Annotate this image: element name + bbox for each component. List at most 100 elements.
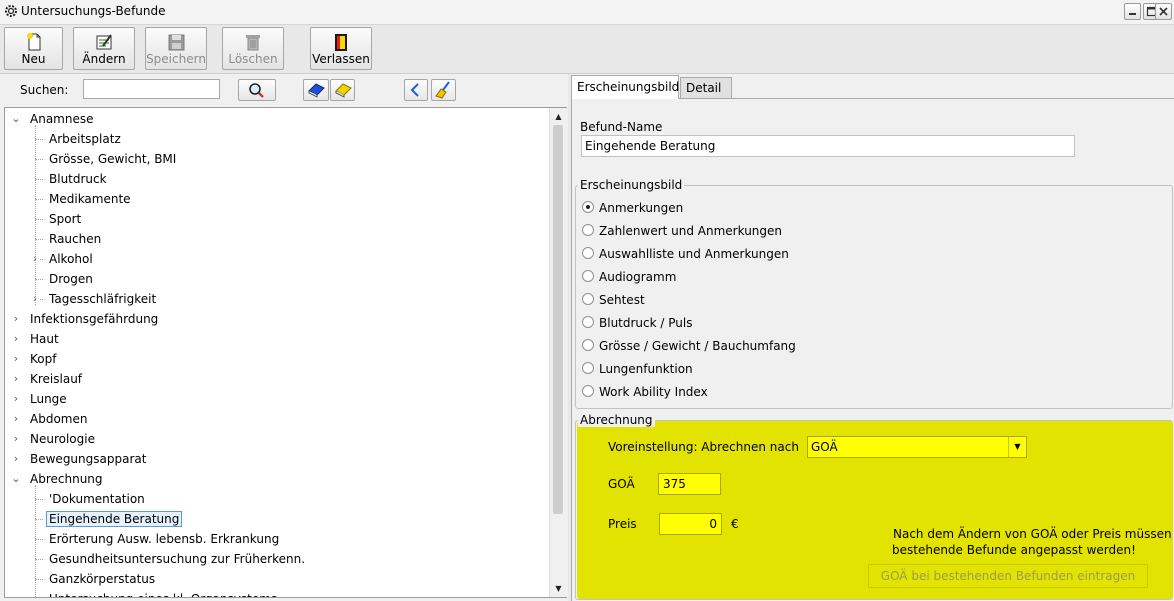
tab-erscheinungsbild[interactable]: Erscheinungsbild <box>571 75 679 99</box>
scroll-down-arrow-icon[interactable]: ▼ <box>550 580 567 597</box>
tree-item[interactable]: Medikamente <box>46 189 134 209</box>
new-document-icon <box>26 33 40 51</box>
tree-item-label: Drogen <box>49 272 93 286</box>
chevron-right-icon[interactable]: › <box>11 329 21 349</box>
chevron-right-icon[interactable]: › <box>11 309 21 329</box>
tree-item[interactable]: Tagesschläfrigkeit <box>46 289 159 309</box>
chevron-down-icon[interactable]: ⌄ <box>11 109 21 129</box>
yellow-book-button[interactable] <box>330 79 355 101</box>
tree-item[interactable]: Infektionsgefährdung <box>27 309 161 329</box>
tree-item-label: 'Dokumentation <box>49 492 145 506</box>
radio-button[interactable] <box>582 201 594 213</box>
chevron-right-icon[interactable]: › <box>11 349 21 369</box>
back-button[interactable] <box>404 79 428 101</box>
trash-icon <box>246 35 260 51</box>
clear-button[interactable] <box>431 79 456 101</box>
tree-item-label: Infektionsgefährdung <box>30 312 159 326</box>
edit-button[interactable]: Ändern <box>73 27 135 70</box>
blue-book-button[interactable] <box>303 79 329 101</box>
title-bar: Untersuchungs-Befunde <box>0 0 1174 25</box>
tree-connector <box>35 179 43 180</box>
tree-item[interactable]: Drogen <box>46 269 96 289</box>
tree-item[interactable]: Ganzkörperstatus <box>46 569 158 589</box>
save-button[interactable]: Speichern <box>145 27 207 70</box>
new-button-label: Neu <box>21 52 46 66</box>
tree-item[interactable]: Neurologie <box>27 429 98 449</box>
tree-item[interactable]: Gesundheitsuntersuchung zur Früherkenn. <box>46 549 308 569</box>
tree-item[interactable]: Bewegungsapparat <box>27 449 149 469</box>
tree-connector <box>35 199 43 200</box>
goae-input[interactable]: 375 <box>658 473 721 495</box>
billing-mode-select[interactable]: GOÄ ▼ <box>807 436 1027 458</box>
radio-option-label: Zahlenwert und Anmerkungen <box>599 224 783 238</box>
tree-item[interactable]: Lunge <box>27 389 70 409</box>
chevron-right-icon[interactable]: › <box>11 449 21 469</box>
tree-item[interactable]: Alkohol <box>46 249 96 269</box>
tree-item[interactable]: Blutdruck <box>46 169 110 189</box>
chevron-right-icon[interactable]: › <box>11 389 21 409</box>
search-input[interactable] <box>83 79 220 99</box>
minimize-button[interactable] <box>1124 3 1141 20</box>
tree-item[interactable]: Kreislauf <box>27 369 85 389</box>
tree-item[interactable]: Grösse, Gewicht, BMI <box>46 149 179 169</box>
search-button[interactable] <box>238 79 276 101</box>
exit-button[interactable]: Verlassen <box>310 27 372 70</box>
befund-name-input[interactable]: Eingehende Beratung <box>581 135 1075 157</box>
currency-label: € <box>731 517 739 531</box>
apply-goae-button[interactable]: GOÄ bei bestehenden Befunden eintragen <box>868 564 1148 588</box>
tree-item[interactable]: Haut <box>27 329 62 349</box>
voreinstellung-label: Voreinstellung: Abrechnen nach <box>608 440 799 454</box>
new-button[interactable]: Neu <box>4 27 63 70</box>
tree-item[interactable]: Abdomen <box>27 409 90 429</box>
tree-connector <box>35 159 43 160</box>
scroll-up-arrow-icon[interactable]: ▲ <box>550 108 567 125</box>
window-title: Untersuchungs-Befunde <box>21 4 166 18</box>
tree-item[interactable]: Eingehende Beratung <box>46 509 183 529</box>
radio-option-label: Blutdruck / Puls <box>599 316 693 330</box>
tree-item[interactable]: 'Dokumentation <box>46 489 148 509</box>
radio-button[interactable] <box>582 339 594 351</box>
tree-item-label: Sport <box>49 212 82 226</box>
tree-item[interactable]: Arbeitsplatz <box>46 129 124 149</box>
scrollbar-thumb[interactable] <box>553 125 563 514</box>
tree-item[interactable]: Kopf <box>27 349 59 369</box>
tree-item[interactable]: Abrechnung <box>27 469 106 489</box>
tree-item[interactable]: Anamnese <box>27 109 96 129</box>
tree-scrollbar[interactable]: ▲ ▼ <box>549 108 567 597</box>
tree-item-label: Anamnese <box>30 112 94 126</box>
close-button[interactable] <box>1155 3 1172 20</box>
tree-item[interactable]: Erörterung Ausw. lebensb. Erkrankung <box>46 529 282 549</box>
chevron-down-icon[interactable]: ⌄ <box>11 469 21 489</box>
radio-button[interactable] <box>582 362 594 374</box>
chevron-right-icon[interactable]: › <box>11 429 21 449</box>
tree-connector <box>35 499 43 500</box>
tree-connector <box>35 219 43 220</box>
tree-item[interactable]: Untersuchung eines kl. Organsystems <box>46 589 280 597</box>
preis-input[interactable]: 0 <box>659 513 722 535</box>
tree-item-label: Abrechnung <box>30 472 103 486</box>
chevron-right-icon[interactable]: › <box>11 369 21 389</box>
close-icon <box>1159 7 1168 16</box>
tree-item[interactable]: Sport <box>46 209 84 229</box>
gear-icon <box>5 5 17 17</box>
exit-door-icon <box>335 34 347 51</box>
chevron-right-icon[interactable]: › <box>11 409 21 429</box>
preis-label: Preis <box>608 517 637 531</box>
radio-button[interactable] <box>582 270 594 282</box>
save-button-label: Speichern <box>146 52 206 66</box>
radio-button[interactable] <box>582 224 594 236</box>
minimize-icon <box>1129 13 1136 15</box>
tab-detail[interactable]: Detail <box>680 77 732 98</box>
radio-button[interactable] <box>582 293 594 305</box>
radio-button[interactable] <box>582 385 594 397</box>
tree-item-label: Kopf <box>30 352 57 366</box>
delete-button[interactable]: Löschen <box>222 27 284 70</box>
radio-option-label: Work Ability Index <box>599 385 708 399</box>
chevron-down-icon[interactable]: ▼ <box>1008 437 1026 457</box>
tree-item[interactable]: Rauchen <box>46 229 104 249</box>
tree-item-label: Abdomen <box>30 412 88 426</box>
radio-button[interactable] <box>582 247 594 259</box>
radio-button[interactable] <box>582 316 594 328</box>
tree-item-label: Ganzkörperstatus <box>49 572 156 586</box>
tree-item-label: Grösse, Gewicht, BMI <box>49 152 177 166</box>
